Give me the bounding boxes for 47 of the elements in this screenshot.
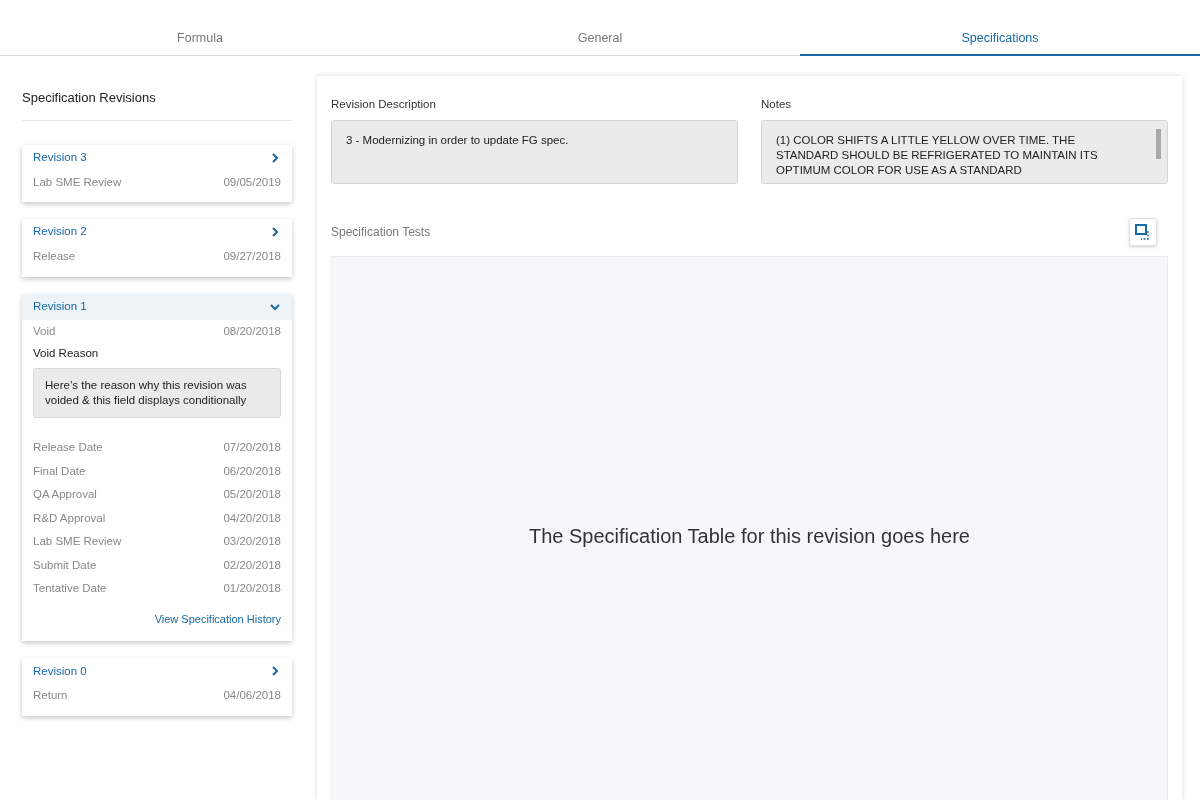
- status-label: Final Date: [33, 463, 86, 479]
- revision-title[interactable]: Revision 2: [33, 223, 87, 241]
- date-text: 03/20/2018: [223, 534, 281, 550]
- expand-button[interactable]: [1129, 218, 1157, 247]
- scrollbar[interactable]: [1156, 129, 1161, 160]
- date-text: 06/20/2018: [223, 463, 281, 479]
- date-text: 04/06/2018: [223, 688, 281, 704]
- date-text: 04/20/2018: [223, 510, 281, 526]
- chevron-right-icon[interactable]: [269, 665, 281, 678]
- tab[interactable]: General: [400, 0, 800, 56]
- date-text: 07/20/2018: [223, 440, 281, 456]
- section-label: Specification Tests: [331, 224, 431, 242]
- status-label: QA Approval: [33, 487, 97, 503]
- status-label: Lab SME Review: [33, 174, 122, 190]
- overlap-squares-icon: [1135, 224, 1151, 241]
- panel-title: Specification Revisions: [22, 56, 292, 121]
- status-label: Release Date: [33, 440, 103, 456]
- tab[interactable]: Formula: [0, 0, 400, 56]
- placeholder-text: The Specification Table for this revision goes here: [529, 524, 970, 550]
- date-text: 08/20/2018: [223, 323, 281, 339]
- notes-text: (1) COLOR SHIFTS A LITTLE YELLOW OVER TIME. THE STANDARD SHOULD BE REFRIGERATED TO MAINTAIN ITS OPTIMUM COLOR FOR USE AS A STANDARD: [776, 133, 1099, 179]
- status-label: Void: [33, 323, 56, 339]
- status-label: Tentative Date: [33, 581, 107, 597]
- revision-title[interactable]: Revision 3: [33, 148, 87, 167]
- chevron-right-icon[interactable]: [269, 151, 281, 164]
- history-link[interactable]: View Specification History: [22, 600, 292, 634]
- date-text: 05/20/2018: [223, 487, 281, 503]
- date-text: 09/05/2019: [223, 174, 281, 190]
- field-label: Revision Description: [331, 97, 437, 112]
- status-label: R&D Approval: [33, 510, 106, 526]
- notes-field[interactable]: (1) COLOR SHIFTS A LITTLE YELLOW OVER TIME. THE STANDARD SHOULD BE REFRIGERATED TO MAINTAIN ITS OPTIMUM COLOR FOR USE AS A STANDARD: [761, 120, 1168, 185]
- date-text: 09/27/2018: [223, 249, 281, 265]
- field-label: Notes: [761, 97, 793, 112]
- field-label: Void Reason: [32, 346, 100, 361]
- date-text: 02/20/2018: [223, 557, 281, 573]
- description-field[interactable]: 3 - Modernizing in order to update FG spec.: [331, 120, 738, 185]
- tab[interactable]: Specifications: [800, 0, 1200, 56]
- status-label: Return: [33, 688, 68, 704]
- date-text: 01/20/2018: [223, 581, 281, 597]
- revision-header[interactable]: Revision 1: [22, 293, 292, 320]
- status-label: Lab SME Review: [33, 534, 122, 550]
- revision-title[interactable]: Revision 1: [33, 297, 87, 316]
- revision-title[interactable]: Revision 0: [33, 662, 87, 680]
- chevron-right-icon[interactable]: [269, 226, 281, 238]
- status-label: Release: [33, 249, 76, 265]
- void-reason-field[interactable]: Here’s the reason why this revision was voided & this field displays conditionally: [33, 368, 281, 419]
- status-label: Submit Date: [33, 557, 97, 573]
